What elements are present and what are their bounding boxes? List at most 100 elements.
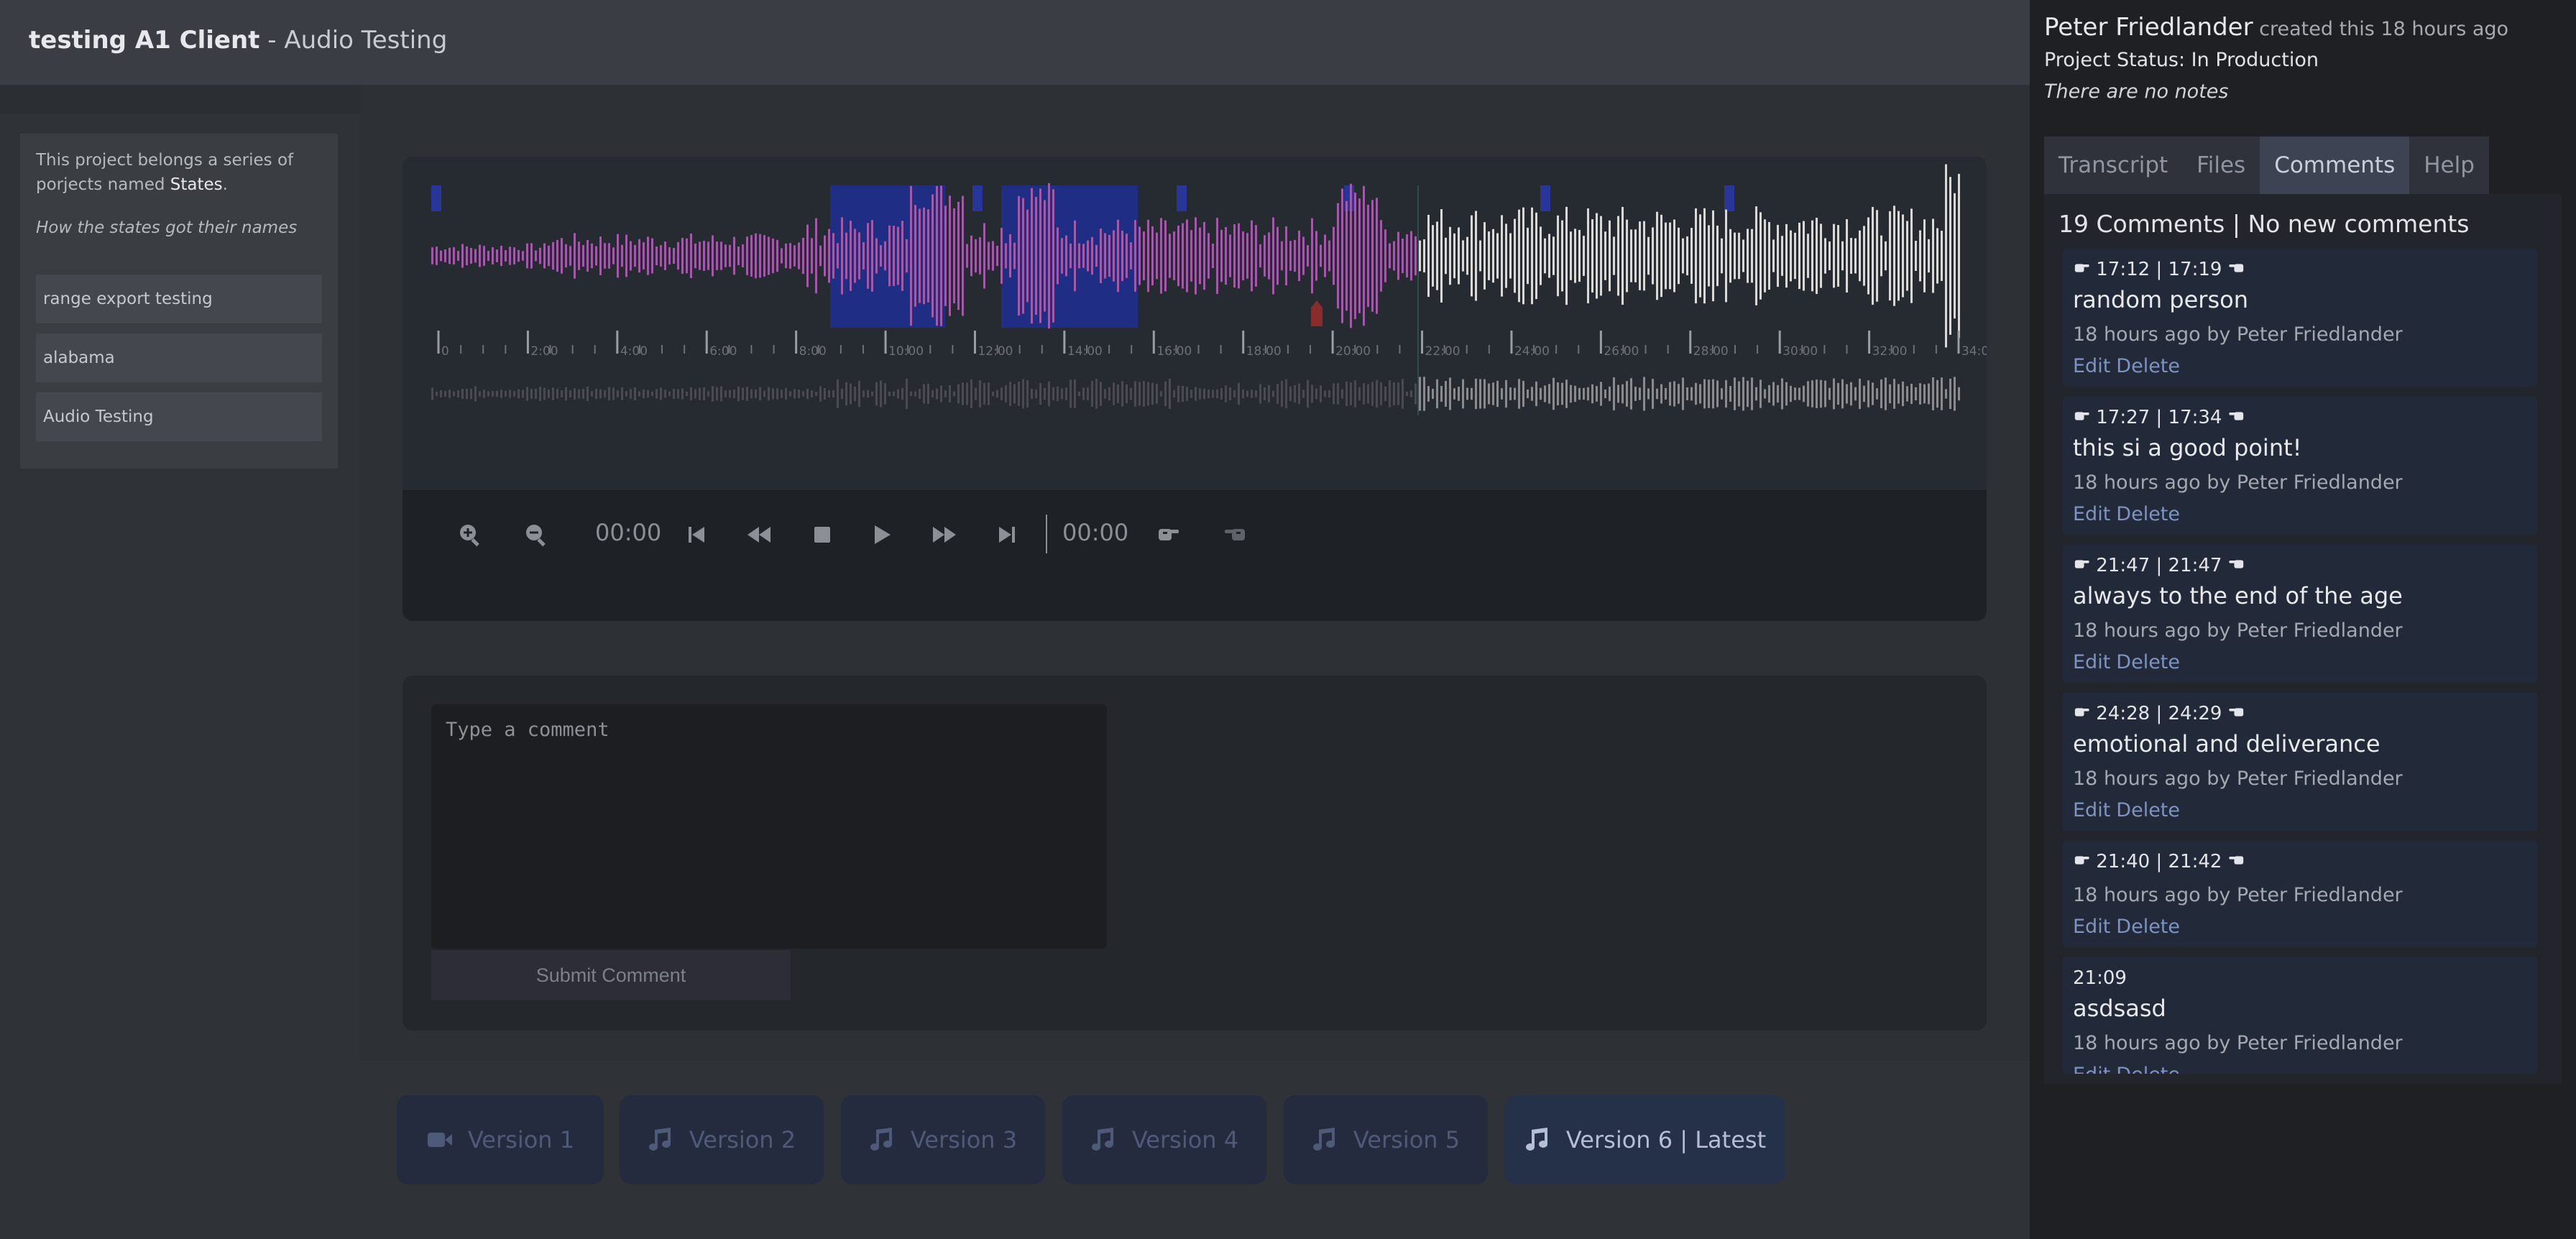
minimap-bar <box>893 391 895 397</box>
waveform-bar <box>1652 227 1654 285</box>
waveform-bar <box>1432 225 1434 287</box>
waveform-bar <box>850 221 852 291</box>
description-text: This project belongs a series of porject… <box>36 151 294 194</box>
minimap-bar <box>1151 382 1154 405</box>
minimap-bar <box>1350 382 1352 405</box>
comment-time-range: 17:12 | 17:19 <box>2096 259 2222 280</box>
skip-forward-button[interactable] <box>996 517 1018 552</box>
minimap-bar <box>1238 382 1240 405</box>
waveform[interactable]: 0 2:00 4:00 6:00 8:00 10:00 12:00 14:00 16:00 18:… <box>402 157 1997 490</box>
player-controls <box>402 490 1987 621</box>
zoom-out-button[interactable] <box>522 517 551 552</box>
minimap-bar <box>1958 387 1960 401</box>
fast-forward-button[interactable] <box>930 517 959 552</box>
skip-back-button[interactable] <box>686 517 707 552</box>
mark-out-button[interactable] <box>1222 517 1249 552</box>
version-6-button[interactable]: Version 6 | Latest <box>1505 1095 1785 1184</box>
waveform-bar <box>1910 208 1913 303</box>
waveform-bar <box>1195 217 1197 295</box>
delete-comment-link[interactable]: Delete <box>2116 355 2180 377</box>
version-1-button[interactable]: Version 1 <box>397 1095 604 1184</box>
minimap-bar <box>1941 377 1943 410</box>
minimap-bar <box>1242 389 1244 399</box>
edit-comment-link[interactable]: Edit <box>2073 503 2110 525</box>
waveform-area[interactable]: 0 2:00 4:00 6:00 8:00 10:00 12:00 14:00 16:00 18:… <box>402 157 1997 490</box>
waveform-bar <box>681 238 684 274</box>
version-4-button[interactable]: Version 4 <box>1062 1095 1266 1184</box>
delete-comment-link[interactable]: Delete <box>2116 651 2180 673</box>
edit-comment-link[interactable]: Edit <box>2073 355 2110 377</box>
comment-timestamp[interactable]: 21:40 | 21:42 <box>2073 851 2245 872</box>
version-2-button[interactable]: Version 2 <box>620 1095 824 1184</box>
waveform-bar <box>768 236 770 275</box>
tab-files[interactable]: Files <box>2182 137 2260 194</box>
series-link[interactable]: States <box>170 175 223 194</box>
minimap-bar <box>470 388 472 400</box>
stop-button[interactable] <box>811 517 834 552</box>
tab-comments[interactable]: Comments <box>2260 137 2410 194</box>
delete-comment-link[interactable]: Delete <box>2116 799 2180 821</box>
delete-comment-link[interactable]: Delete <box>2116 916 2180 938</box>
series-item-audio-testing[interactable]: Audio Testing <box>36 392 322 441</box>
minimap-bar <box>742 387 744 400</box>
submit-comment-button[interactable]: Submit Comment <box>431 950 791 1000</box>
waveform-bar <box>1238 223 1240 289</box>
rewind-button[interactable] <box>745 517 773 552</box>
zoom-in-button[interactable] <box>456 517 484 552</box>
waveform-bar <box>677 241 679 270</box>
comment-timestamp[interactable]: 17:27 | 17:34 <box>2073 407 2245 428</box>
tab-help[interactable]: Help <box>2409 137 2489 194</box>
waveform-bar <box>1255 225 1257 287</box>
edit-comment-link[interactable]: Edit <box>2073 651 2110 673</box>
waveform-bar <box>923 207 925 305</box>
waveform-bar <box>983 223 985 289</box>
comment-timestamp[interactable]: 17:12 | 17:19 <box>2073 259 2245 280</box>
minimap-bar <box>1617 384 1619 403</box>
mark-in-button[interactable] <box>1154 517 1182 552</box>
series-item-range-export-testing[interactable]: range export testing <box>36 275 322 323</box>
version-3-button[interactable]: Version 3 <box>841 1095 1045 1184</box>
series-item-alabama[interactable]: alabama <box>36 333 322 382</box>
edit-comment-link[interactable]: Edit <box>2073 1064 2110 1074</box>
minimap-bar <box>1785 382 1788 406</box>
waveform-bar <box>703 241 705 271</box>
comment-timestamp[interactable]: 21:09 <box>2073 967 2127 989</box>
minimap-bar <box>548 390 550 398</box>
waveform-bar <box>733 236 735 275</box>
waveform-bar <box>1928 239 1930 273</box>
waveform-bar <box>518 249 520 262</box>
waveform-bar <box>932 194 934 318</box>
minimap-bar <box>1212 390 1214 398</box>
waveform-bar <box>1889 211 1891 301</box>
version-label: Version 3 <box>910 1126 1018 1153</box>
minimap-bar <box>487 391 489 397</box>
comment-timestamp[interactable]: 24:28 | 24:29 <box>2073 703 2245 724</box>
comment-timestamp[interactable]: 21:47 | 21:47 <box>2073 555 2245 576</box>
minimap-bar <box>720 386 722 402</box>
play-button[interactable] <box>871 517 894 552</box>
edit-comment-link[interactable]: Edit <box>2073 916 2110 938</box>
edit-comment-link[interactable]: Edit <box>2073 799 2110 821</box>
comment-input[interactable] <box>431 704 1107 949</box>
delete-comment-link[interactable]: Delete <box>2116 503 2180 525</box>
waveform-bar <box>1268 232 1270 280</box>
minimap-bar <box>1777 384 1779 403</box>
minimap-bar <box>1712 379 1714 409</box>
comment-meta: 18 hours ago by Peter Friedlander <box>2073 323 2403 346</box>
minimap-bar <box>746 387 748 401</box>
minimap-bar <box>837 379 839 409</box>
waveform-bar <box>1134 220 1136 292</box>
title-separator: - <box>259 26 285 55</box>
comment-card: 21:09 asdsasd 18 hours ago by Peter Frie… <box>2063 957 2537 1074</box>
minimap-bar <box>776 388 778 400</box>
minimap-bar <box>569 390 571 398</box>
minimap-bar <box>1570 384 1572 403</box>
delete-comment-link[interactable]: Delete <box>2116 1064 2180 1074</box>
minimap-bar <box>919 388 921 400</box>
play-icon <box>875 525 891 544</box>
version-5-button[interactable]: Version 5 <box>1284 1095 1488 1184</box>
minimap-bar <box>983 383 985 405</box>
tab-transcript[interactable]: Transcript <box>2044 137 2182 194</box>
minimap-bar <box>1686 387 1688 401</box>
waveform-bar <box>1906 221 1908 291</box>
